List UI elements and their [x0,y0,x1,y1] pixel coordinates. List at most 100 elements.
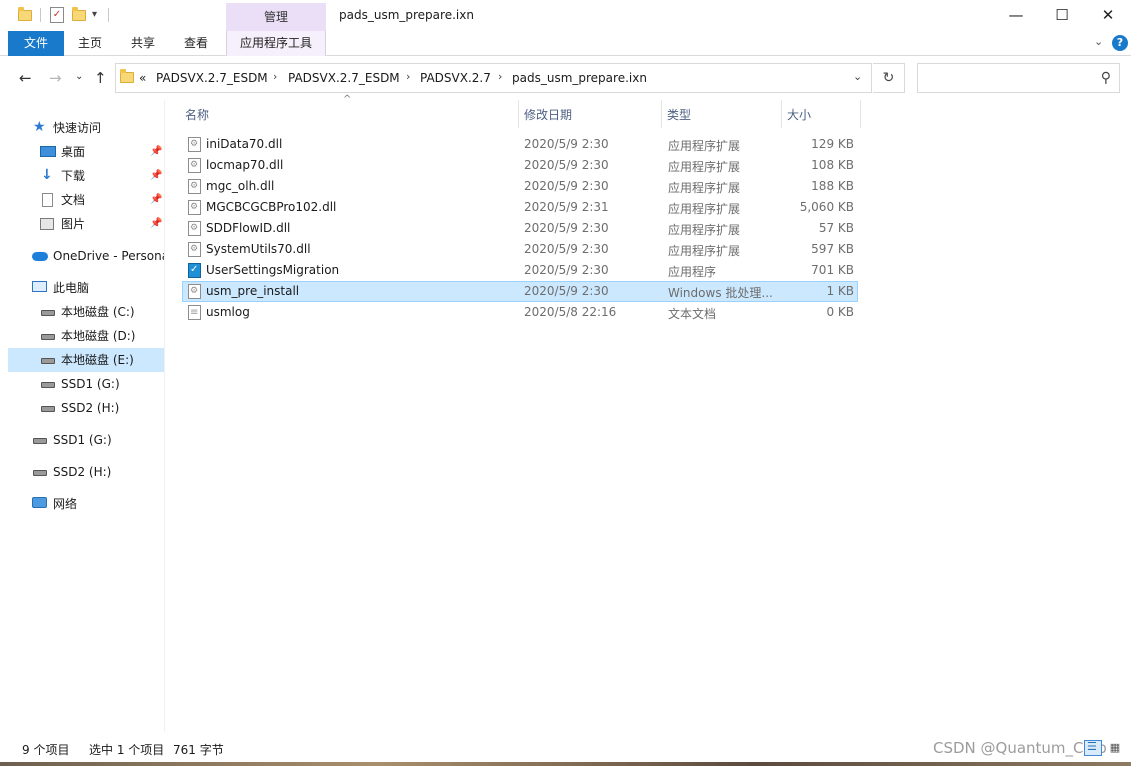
sidebar-item-label: SSD2 (H:) [61,401,120,415]
drive-icon [33,470,47,476]
sidebar-item-this-pc[interactable]: 此电脑 [8,276,164,300]
sidebar-item-ssd1[interactable]: SSD1 (G:) [8,372,164,396]
address-bar[interactable]: « PADSVX.2.7_ESDM › PADSVX.2.7_ESDM › PA… [115,63,872,93]
file-name: usm_pre_install [206,284,300,298]
breadcrumb-separator[interactable]: › [406,70,410,83]
table-row[interactable]: UserSettingsMigration 2020/5/9 2:30 应用程序… [182,260,858,281]
sidebar-item-quick-access[interactable]: ★ 快速访问 [8,116,164,140]
search-input[interactable]: ⚲ [917,63,1120,93]
folder-icon[interactable] [18,7,32,23]
pin-icon[interactable]: 📌 [150,212,162,236]
column-header-type[interactable]: 类型 [667,106,691,126]
navigation-pane: ★ 快速访问 桌面 📌 ↓ 下载 📌 文档 📌 图片 📌 OneDrive - … [0,100,165,732]
refresh-button[interactable]: ↻ [873,63,905,93]
file-size: 597 KB [811,242,854,256]
file-size: 129 KB [811,137,854,151]
column-divider[interactable] [518,100,519,128]
pin-icon[interactable]: 📌 [150,188,162,212]
breadcrumb-item[interactable]: PADSVX.2.7_ESDM [288,71,400,85]
properties-icon[interactable]: ✓ [50,7,64,23]
desktop-background [0,762,1131,766]
sidebar-item-label: 桌面 [61,145,86,159]
column-divider[interactable] [781,100,782,128]
table-row[interactable]: SDDFlowID.dll 2020/5/9 2:30 应用程序扩展 57 KB [182,218,858,239]
customize-qat-icon[interactable]: ▾ [92,7,106,23]
forward-button[interactable]: → [49,69,62,87]
expand-ribbon-icon[interactable]: ⌄ [1094,35,1103,48]
pin-icon[interactable]: 📌 [150,140,162,164]
document-icon [42,193,53,207]
breadcrumb-separator[interactable]: › [273,70,277,83]
column-divider[interactable] [860,100,861,128]
details-view-icon[interactable] [1084,740,1102,756]
drive-icon [41,358,55,364]
table-row[interactable]: iniData70.dll 2020/5/9 2:30 应用程序扩展 129 K… [182,134,858,155]
file-type: Windows 批处理... [668,286,773,300]
table-row[interactable]: usmlog 2020/5/8 22:16 文本文档 0 KB [182,302,858,323]
column-header-date[interactable]: 修改日期 [524,106,572,126]
sidebar-item-pictures[interactable]: 图片 📌 [8,212,164,236]
new-folder-icon[interactable] [72,7,86,23]
selection-count: 选中 1 个项目 [89,743,165,757]
file-date: 2020/5/9 2:30 [524,263,609,277]
column-header-name[interactable]: 名称 [185,106,209,126]
table-row[interactable]: locmap70.dll 2020/5/9 2:30 应用程序扩展 108 KB [182,155,858,176]
tab-home[interactable]: 主页 [68,31,112,56]
help-icon[interactable]: ? [1112,35,1128,51]
address-dropdown-icon[interactable]: ⌄ [853,70,862,83]
column-divider[interactable] [661,100,662,128]
status-bar: 9 个项目 选中 1 个项目 761 字节 CSDN @Quantum_Chip… [0,732,1131,766]
close-button[interactable]: ✕ [1085,0,1131,31]
file-date: 2020/5/9 2:30 [524,221,609,235]
breadcrumb-separator[interactable]: › [498,70,502,83]
breadcrumb-item[interactable]: PADSVX.2.7 [420,71,491,85]
sidebar-item-desktop[interactable]: 桌面 📌 [8,140,164,164]
table-row[interactable]: MGCBCGCBPro102.dll 2020/5/9 2:31 应用程序扩展 … [182,197,858,218]
sidebar-item-drive-c[interactable]: 本地磁盘 (C:) [8,300,164,324]
sidebar-item-ssd2-root[interactable]: SSD2 (H:) [8,460,164,484]
window-title: pads_usm_prepare.ixn [339,8,474,22]
file-date: 2020/5/9 2:30 [524,158,609,172]
sidebar-item-downloads[interactable]: ↓ 下载 📌 [8,164,164,188]
manage-context-tab[interactable]: 管理 [226,3,326,31]
large-icons-view-icon[interactable]: ▦ [1106,740,1124,756]
sidebar-item-label: OneDrive - Personal [53,249,164,263]
address-overflow[interactable]: « [139,71,146,85]
table-row[interactable]: usm_pre_install 2020/5/9 2:30 Windows 批处… [182,281,858,302]
ribbon-tabs: 文件 主页 共享 查看 应用程序工具 ⌄ ? [0,31,1131,56]
breadcrumb-item[interactable]: pads_usm_prepare.ixn [512,71,647,85]
up-button[interactable]: ↑ [94,69,107,87]
minimize-button[interactable]: — [993,0,1039,31]
maximize-button[interactable]: ☐ [1039,0,1085,31]
sidebar-item-label: 本地磁盘 (C:) [61,305,135,319]
file-name: SDDFlowID.dll [206,221,291,235]
sidebar-item-onedrive[interactable]: OneDrive - Personal [8,244,164,268]
file-type: 应用程序 [668,265,717,279]
sidebar-item-drive-d[interactable]: 本地磁盘 (D:) [8,324,164,348]
breadcrumb-item[interactable]: PADSVX.2.7_ESDM [156,71,268,85]
pin-icon[interactable]: 📌 [150,164,162,188]
sidebar-item-label: 网络 [53,497,78,511]
file-type: 应用程序扩展 [668,160,741,174]
table-row[interactable]: SystemUtils70.dll 2020/5/9 2:30 应用程序扩展 5… [182,239,858,260]
sidebar-item-documents[interactable]: 文档 📌 [8,188,164,212]
sidebar-item-ssd2[interactable]: SSD2 (H:) [8,396,164,420]
file-name: usmlog [206,305,250,319]
tab-share[interactable]: 共享 [120,31,166,56]
sidebar-item-network[interactable]: 网络 [8,492,164,516]
search-icon[interactable]: ⚲ [1101,70,1111,86]
back-button[interactable]: ← [19,69,32,87]
file-name: locmap70.dll [206,158,284,172]
column-header-size[interactable]: 大小 [787,106,811,126]
table-row[interactable]: mgc_olh.dll 2020/5/9 2:30 应用程序扩展 188 KB [182,176,858,197]
recent-locations-button[interactable]: ⌄ [75,71,83,82]
sidebar-item-label: SSD1 (G:) [53,433,112,447]
sidebar-item-drive-e[interactable]: 本地磁盘 (E:) [8,348,164,372]
sidebar-item-label: 文档 [61,193,86,207]
tab-file[interactable]: 文件 [8,31,64,56]
sidebar-item-ssd1-root[interactable]: SSD1 (G:) [8,428,164,452]
watermark: CSDN @Quantum_Chip [933,739,1107,757]
file-date: 2020/5/9 2:30 [524,242,609,256]
tab-application-tools[interactable]: 应用程序工具 [226,31,326,56]
tab-view[interactable]: 查看 [173,31,219,56]
